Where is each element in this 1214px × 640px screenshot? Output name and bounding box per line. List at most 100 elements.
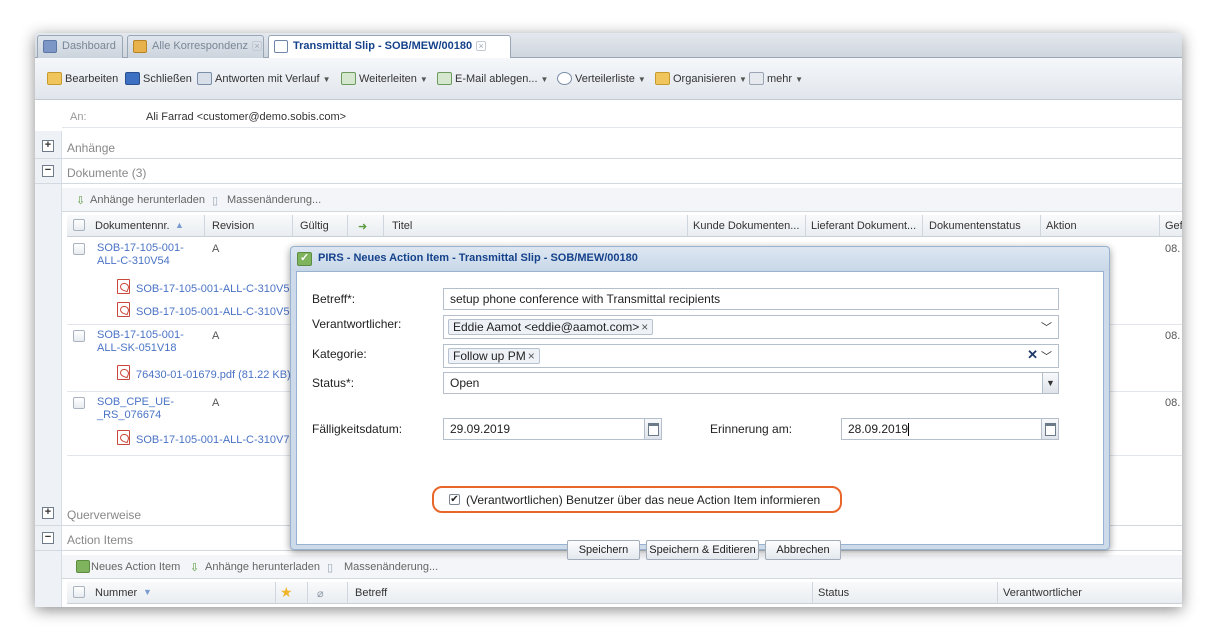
column-header[interactable]: Nummer: [95, 587, 137, 599]
column-header[interactable]: Status: [818, 587, 849, 599]
column-header[interactable]: Betreff: [355, 587, 387, 599]
more-button[interactable]: mehr ▼: [749, 72, 803, 87]
reminder-date-input[interactable]: 28.09.2019: [841, 418, 1059, 440]
subject-input[interactable]: setup phone conference with Transmittal …: [443, 288, 1059, 310]
column-separator: [347, 215, 348, 237]
action-items-panel-title: Action Items: [67, 533, 134, 547]
chevron-down-icon: ▼: [795, 75, 803, 84]
text-cursor: [908, 423, 910, 437]
chevron-down-icon: ▼: [738, 75, 747, 84]
organize-label: Organisieren: [673, 73, 736, 85]
notify-checkbox[interactable]: ✔: [449, 494, 460, 505]
expand-icon[interactable]: +: [42, 140, 54, 152]
column-header[interactable]: Verantwortlicher: [1003, 587, 1082, 599]
download-arrow-icon: ⇩: [190, 562, 200, 574]
save-button[interactable]: Speichern: [567, 540, 640, 560]
pdf-icon: [117, 430, 130, 445]
responsible-tag-field[interactable]: Eddie Aamot <eddie@aamot.com> × ﹀: [443, 315, 1059, 339]
cancel-button[interactable]: Abbrechen: [765, 540, 841, 560]
column-header[interactable]: Gef: [1165, 220, 1182, 232]
bulk-change-button[interactable]: Massenänderung...: [344, 561, 438, 573]
column-header[interactable]: Dokumentenstatus: [929, 220, 1021, 232]
reply-with-history-button[interactable]: Antworten mit Verlauf ▼: [197, 72, 330, 87]
attachments-panel-title: Anhänge: [67, 141, 116, 155]
select-all-checkbox[interactable]: [73, 586, 85, 598]
column-header[interactable]: Lieferant Dokument...: [811, 220, 916, 232]
attachments-panel-header[interactable]: + Anhänge: [35, 135, 1182, 159]
remove-tag-icon[interactable]: ×: [641, 320, 648, 334]
collapse-icon[interactable]: −: [42, 165, 54, 177]
file-email-label: E-Mail ablegen...: [455, 73, 538, 85]
attachment-link[interactable]: 76430-01-01679.pdf (81.22 KB): [136, 369, 291, 381]
column-header[interactable]: Aktion: [1046, 220, 1077, 232]
document-number-link[interactable]: SOB-17-105-001-ALL-SK-051V18: [97, 329, 201, 355]
new-action-item-button[interactable]: Neues Action Item: [91, 561, 180, 573]
dialog-body: Betreff*: setup phone conference with Tr…: [296, 271, 1104, 560]
chevron-down-icon[interactable]: ▼: [1042, 373, 1058, 393]
column-header[interactable]: Gültig: [300, 220, 329, 232]
column-header[interactable]: Revision: [212, 220, 254, 232]
action-item-icon: [297, 251, 312, 266]
category-tag-field[interactable]: Follow up PM × ✕ ﹀: [443, 344, 1059, 368]
due-date-input[interactable]: 29.09.2019: [443, 418, 662, 440]
dialog-header[interactable]: PIRS - Neues Action Item - Transmittal S…: [291, 247, 1109, 271]
tab-bar: Dashboard Alle Korrespondenz × Transmitta…: [35, 33, 1182, 59]
pencil-icon: [47, 72, 62, 85]
download-attachments-button[interactable]: Anhänge herunterladen: [205, 561, 320, 573]
attachment-link[interactable]: SOB-17-105-001-ALL-C-310V7: [136, 434, 289, 446]
documents-toolbar: ⇩ Anhänge herunterladen ▯ Massenänderung…: [62, 188, 1182, 212]
close-button[interactable]: Schließen: [125, 72, 192, 86]
document-number-link[interactable]: SOB-17-105-001-ALL-C-310V54: [97, 242, 197, 268]
date-cell: 08.: [1165, 243, 1181, 255]
tab-all-correspondence[interactable]: Alle Korrespondenz ×: [127, 35, 264, 58]
status-value: Open: [450, 376, 480, 390]
document-number-link[interactable]: SOB_CPE_UE-_RS_076674: [97, 396, 177, 422]
chevron-down-icon[interactable]: ﹀: [1041, 319, 1052, 335]
collapse-icon[interactable]: −: [42, 532, 54, 544]
forward-button[interactable]: Weiterleiten ▼: [341, 72, 428, 87]
column-separator: [997, 582, 998, 604]
calendar-icon[interactable]: [644, 419, 661, 439]
download-attachments-button[interactable]: Anhänge herunterladen: [90, 194, 205, 206]
edit-button[interactable]: Bearbeiten: [47, 72, 118, 86]
file-email-button[interactable]: E-Mail ablegen... ▼: [437, 72, 548, 87]
close-icon[interactable]: ×: [252, 41, 263, 51]
new-action-item-dialog: PIRS - Neues Action Item - Transmittal S…: [290, 246, 1110, 560]
attachment-link[interactable]: SOB-17-105-001-ALL-C-310V5: [136, 306, 289, 318]
distribution-label: Verteilerliste: [575, 73, 635, 85]
sort-asc-icon: ▲: [175, 220, 184, 230]
action-items-grid-header: Nummer ▼ ★ ⌀ Betreff Status Verantwortlic…: [67, 582, 1182, 604]
reply-label: Antworten mit Verlauf: [215, 73, 320, 85]
tab-transmittal-slip[interactable]: Transmittal Slip - SOB/MEW/00180 ×: [268, 35, 511, 59]
close-icon[interactable]: ×: [476, 41, 487, 51]
documents-panel-header[interactable]: − Dokumente (3): [35, 160, 1182, 184]
row-checkbox[interactable]: [73, 243, 85, 255]
bulk-change-button[interactable]: Massenänderung...: [227, 194, 321, 206]
dialog-title: PIRS - Neues Action Item - Transmittal S…: [318, 252, 638, 264]
column-header[interactable]: Titel: [392, 220, 412, 232]
expand-icon[interactable]: +: [42, 507, 54, 519]
attachment-link[interactable]: SOB-17-105-001-ALL-C-310V5: [136, 283, 289, 295]
calendar-icon[interactable]: [1041, 419, 1058, 439]
notify-user-option[interactable]: ✔ (Verantwortlichen) Benutzer über das n…: [432, 486, 842, 513]
recipient-value: Ali Farrad <customer@demo.sobis.com>: [146, 111, 347, 123]
tab-dashboard[interactable]: Dashboard: [37, 35, 123, 58]
column-header[interactable]: Dokumentennr.: [95, 220, 170, 232]
clear-icon[interactable]: ✕: [1027, 347, 1038, 363]
select-all-checkbox[interactable]: [73, 219, 85, 231]
row-checkbox[interactable]: [73, 330, 85, 342]
revision-cell: A: [212, 243, 220, 255]
column-header[interactable]: Kunde Dokumenten...: [693, 220, 799, 232]
tab-label: Dashboard: [62, 40, 116, 52]
close-label: Schließen: [143, 73, 192, 85]
chevron-down-icon[interactable]: ﹀: [1041, 348, 1052, 364]
save-and-edit-button[interactable]: Speichern & Editieren: [646, 540, 759, 560]
distribution-list-button[interactable]: Verteilerliste ▼: [557, 72, 646, 87]
tab-label: Transmittal Slip - SOB/MEW/00180: [293, 40, 473, 52]
forward-label: Weiterleiten: [359, 73, 417, 85]
organize-button[interactable]: Organisieren ▼: [655, 72, 747, 87]
chevron-down-icon: ▼: [540, 75, 549, 84]
status-select[interactable]: Open ▼: [443, 372, 1059, 394]
row-checkbox[interactable]: [73, 397, 85, 409]
remove-tag-icon[interactable]: ×: [528, 349, 535, 363]
